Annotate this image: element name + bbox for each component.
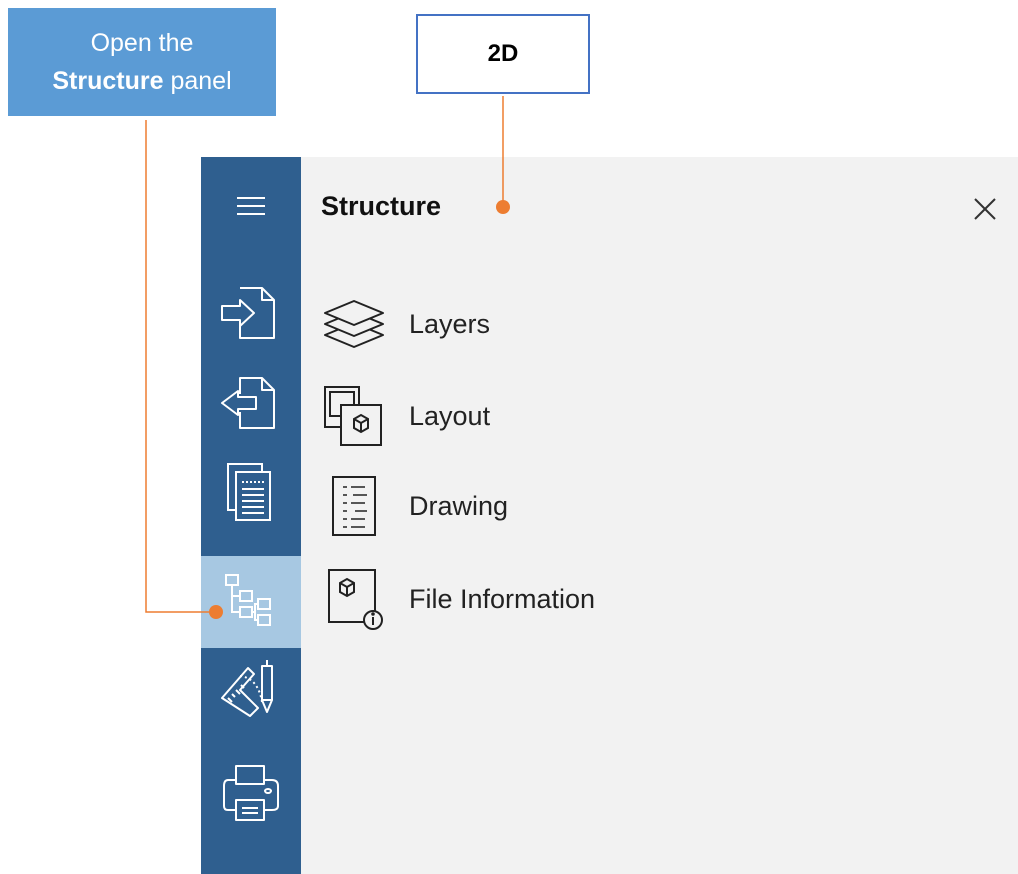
panel-header: Structure — [301, 157, 1018, 257]
callout-open-line2: Structure panel — [52, 62, 231, 100]
menu-item-label: Layers — [409, 308, 491, 339]
sidebar-documents-button[interactable] — [201, 447, 301, 539]
callout-2d: 2D — [416, 14, 590, 94]
menu-item-drawing[interactable]: Drawing — [319, 466, 679, 546]
menu-item-label: File Information — [409, 583, 596, 614]
sidebar-import-button[interactable] — [201, 267, 301, 359]
structure-panel: Structure Layers Layout Drawing File Inf… — [301, 157, 1018, 874]
drawing-icon — [319, 471, 389, 541]
callout-open-bold: Structure — [52, 67, 164, 95]
callout-open-structure: Open the Structure panel — [8, 8, 276, 116]
menu-item-layers[interactable]: Layers — [319, 284, 679, 364]
callout-open-line1: Open the — [90, 29, 194, 57]
structure-tree-icon — [225, 574, 271, 626]
sidebar-drafting-button[interactable] — [201, 645, 301, 737]
import-icon — [221, 287, 275, 339]
callout-open-rest: panel — [170, 67, 232, 95]
close-icon — [974, 198, 996, 220]
sidebar-print-button[interactable] — [201, 747, 301, 839]
sidebar — [201, 157, 301, 874]
drafting-tools-icon — [221, 660, 273, 717]
menu-item-label: Layout — [409, 400, 491, 431]
file-information-icon — [319, 564, 389, 634]
documents-icon — [227, 463, 271, 521]
menu-item-label: Drawing — [409, 490, 509, 521]
sidebar-menu-button[interactable] — [201, 162, 301, 254]
panel-title: Structure — [321, 191, 442, 221]
menu-item-file-information[interactable]: File Information — [319, 559, 679, 639]
close-button[interactable] — [969, 193, 1001, 225]
sidebar-export-button[interactable] — [201, 357, 301, 449]
sidebar-structure-button[interactable] — [201, 556, 301, 648]
hamburger-menu-icon — [237, 197, 265, 215]
callout-2d-label: 2D — [487, 40, 519, 67]
layout-icon — [319, 381, 389, 451]
menu-item-layout[interactable]: Layout — [319, 376, 679, 456]
export-icon — [221, 377, 275, 429]
layers-icon — [319, 289, 389, 359]
printer-icon — [223, 765, 279, 821]
